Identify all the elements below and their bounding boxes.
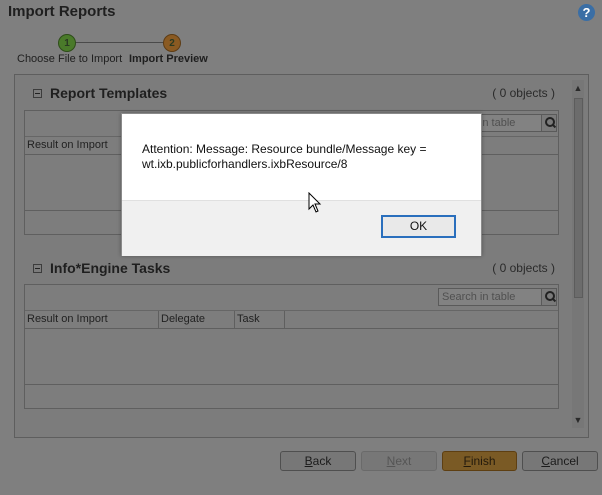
infoengine-tasks-count: ( 0 objects ) [492,261,555,275]
infoengine-tasks-table: Search in table Result on Import Delegat… [24,284,559,409]
search-icon[interactable] [541,114,557,132]
search-input[interactable]: Search in table [438,288,542,306]
step-1-icon: 1 [58,34,76,52]
finish-button[interactable]: Finish [442,451,517,471]
infoengine-tasks-header: Info*Engine Tasks [33,260,170,276]
mouse-cursor-icon [308,192,322,213]
help-icon[interactable]: ? [578,4,595,21]
table-footer [25,384,558,408]
alert-message: Attention: Message: Resource bundle/Mess… [142,142,462,172]
column-header-delegate[interactable]: Delegate [159,311,235,328]
scroll-up-icon[interactable]: ▲ [572,82,584,94]
collapse-icon[interactable] [33,264,42,273]
report-templates-title: Report Templates [50,85,168,101]
cancel-button[interactable]: Cancel [522,451,598,471]
alert-message-line-2: wt.ixb.publicforhandlers.ixbResource/8 [142,157,348,171]
column-header-result[interactable]: Result on Import [25,311,159,328]
collapse-icon[interactable] [33,89,42,98]
step-connector [67,42,173,43]
alert-dialog: Attention: Message: Resource bundle/Mess… [121,113,482,256]
table-toolbar: Search in table [25,285,558,311]
report-templates-count: ( 0 objects ) [492,86,555,100]
window-title: Import Reports [8,3,116,20]
back-button[interactable]: Back [280,451,356,471]
table-header: Result on Import Delegate Task [25,311,558,329]
report-templates-header: Report Templates [33,85,167,101]
scrollbar-thumb[interactable] [574,98,583,298]
step-2-label: Import Preview [129,53,208,65]
step-2-icon: 2 [163,34,181,52]
column-header-task[interactable]: Task [235,311,285,328]
alert-message-line-1: Attention: Message: Resource bundle/Mess… [142,142,427,156]
ok-button[interactable]: OK [381,215,456,238]
infoengine-tasks-title: Info*Engine Tasks [50,260,171,276]
scroll-down-icon[interactable]: ▼ [572,414,584,426]
step-1-label[interactable]: Choose File to Import [17,53,122,65]
wizard-steps: 1 2 Choose File to Import Import Preview [0,30,602,70]
next-button[interactable]: Next [361,451,437,471]
search-icon[interactable] [541,288,557,306]
